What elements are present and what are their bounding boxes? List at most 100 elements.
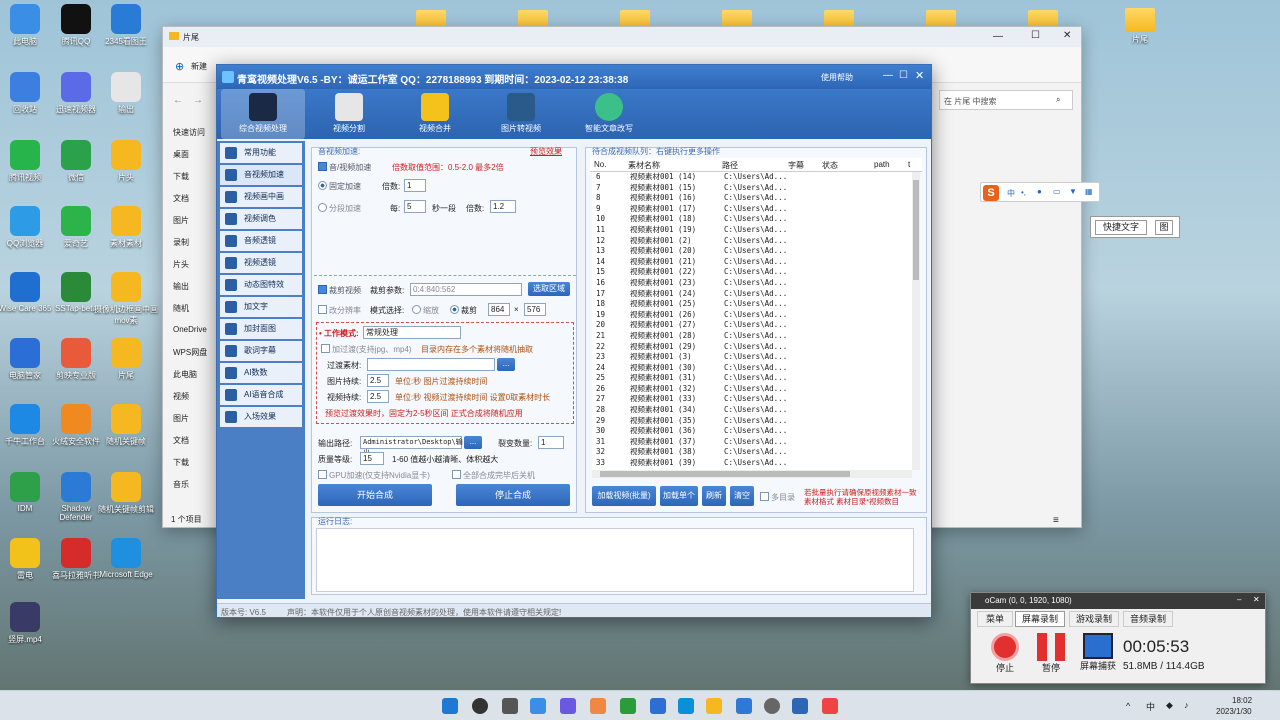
app-icon[interactable] xyxy=(764,698,780,714)
tab-merge[interactable]: 视频合并 xyxy=(393,89,477,139)
skin-icon[interactable]: ▼ xyxy=(1069,187,1077,196)
sidebar-item[interactable]: 音频透镜 xyxy=(220,231,302,251)
close-icon[interactable]: ✕ xyxy=(1063,30,1071,41)
sidebar-item[interactable]: AI语音合成 xyxy=(220,385,302,405)
explorer-nav-item[interactable]: 图片 xyxy=(173,413,189,424)
maximize-icon[interactable]: ☐ xyxy=(899,70,908,81)
table-row[interactable]: 15 视频素材001 (22) C:\Users\Ad... xyxy=(592,267,912,278)
image-button[interactable]: 图 xyxy=(1155,220,1173,235)
explorer-nav-item[interactable]: 下载 xyxy=(173,171,189,182)
tab-screen-record[interactable]: 屏幕录制 xyxy=(1015,611,1065,627)
select-region-button[interactable]: 选取区域 xyxy=(528,282,570,296)
mult2-input[interactable]: 1.2 xyxy=(490,200,516,213)
table-row[interactable]: 11 视频素材001 (19) C:\Users\Ad... xyxy=(592,225,912,236)
queue-scrollbar[interactable] xyxy=(912,172,920,470)
col-path2[interactable]: path xyxy=(874,160,890,169)
tab-comprehensive[interactable]: 综合视频处理 xyxy=(221,89,305,139)
explorer-nav-item[interactable]: 文档 xyxy=(173,435,189,446)
browse-output-button[interactable]: ... xyxy=(464,436,482,449)
split-count-input[interactable]: 1 xyxy=(538,436,564,449)
col-status[interactable]: 状态 xyxy=(822,160,838,171)
tab-game-record[interactable]: 游戏录制 xyxy=(1069,611,1119,627)
preview-effect-link[interactable]: 预览效果 xyxy=(530,146,562,157)
resolution-checkbox[interactable]: 改分辨率 xyxy=(318,305,361,316)
shutdown-checkbox[interactable]: 全部合成完毕后关机 xyxy=(452,470,535,481)
table-row[interactable]: 10 视频素材001 (18) C:\Users\Ad... xyxy=(592,214,912,225)
tab-menu[interactable]: 菜单 xyxy=(977,611,1013,627)
sidebar-item[interactable]: 常用功能 xyxy=(220,143,302,163)
quick-text-button[interactable]: 快捷文字 xyxy=(1095,220,1147,235)
app-icon[interactable] xyxy=(736,698,752,714)
explorer-nav-item[interactable]: 录制 xyxy=(173,237,189,248)
sidebar-item[interactable]: 加封面图 xyxy=(220,319,302,339)
new-button[interactable]: 新建 xyxy=(191,61,207,72)
pause-button[interactable]: 暂停 xyxy=(1033,633,1069,674)
ime-toolbar[interactable]: S 中 •, ● ▭ ▼ ▦ xyxy=(980,182,1100,202)
list-view-icon[interactable]: ≡ xyxy=(1053,515,1059,526)
queue-hscrollbar[interactable] xyxy=(592,470,912,478)
wechat-icon[interactable] xyxy=(620,698,636,714)
table-row[interactable]: 9 视频素材001 (17) C:\Users\Ad... xyxy=(592,204,912,215)
table-row[interactable]: 8 视频素材001 (16) C:\Users\Ad... xyxy=(592,193,912,204)
windows-start-icon[interactable] xyxy=(442,698,458,714)
speed-enable-checkbox[interactable]: 音/视频加速 xyxy=(318,162,371,173)
ime-punct[interactable]: •, xyxy=(1021,188,1026,197)
maximize-icon[interactable]: ☐ xyxy=(1031,30,1040,41)
minimize-icon[interactable]: — xyxy=(993,31,1003,42)
scroll-thumb[interactable] xyxy=(913,180,919,280)
col-subtitle[interactable]: 字幕 xyxy=(788,160,804,171)
explorer-nav-item[interactable]: 图片 xyxy=(173,215,189,226)
keyboard-icon[interactable]: ▭ xyxy=(1053,187,1061,196)
multi-dir-checkbox[interactable]: 多目录 xyxy=(760,492,795,503)
table-row[interactable]: 13 视频素材001 (20) C:\Users\Ad... xyxy=(592,246,912,257)
filter-checkbox[interactable]: 加过渡(支持jpg、mp4) xyxy=(321,344,412,355)
forward-arrow-icon[interactable]: → xyxy=(193,95,203,106)
crop-params-input[interactable]: 0:4:840:562 xyxy=(410,283,522,296)
qingluan-app-window[interactable]: 青鸾视频处理V6.5 -BY：诚运工作室 QQ：2278188993 到期时间：… xyxy=(216,64,1059,618)
material-input[interactable] xyxy=(367,358,495,371)
desktop-icon[interactable]: 片尾 xyxy=(94,338,158,381)
start-button[interactable]: 开始合成 xyxy=(318,484,432,506)
table-row[interactable]: 18 视频素材001 (25) C:\Users\Ad... xyxy=(592,299,912,310)
explorer-nav-item[interactable]: 文档 xyxy=(173,193,189,204)
widgets-icon[interactable] xyxy=(530,698,546,714)
sidebar-item[interactable]: 视频透镜 xyxy=(220,253,302,273)
height-input[interactable]: 576 xyxy=(524,303,546,316)
table-row[interactable]: 7 视频素材001 (15) C:\Users\Ad... xyxy=(592,183,912,194)
help-link[interactable]: 使用帮助 xyxy=(821,72,853,83)
every-input[interactable]: 5 xyxy=(404,200,426,213)
explorer-nav-item[interactable]: 视频 xyxy=(173,391,189,402)
tray-chevron-icon[interactable]: ^ xyxy=(1126,701,1130,711)
quality-input[interactable]: 15 xyxy=(360,452,384,465)
desktop-icon[interactable]: 素材素材 xyxy=(94,206,158,249)
browser-icon[interactable] xyxy=(590,698,606,714)
desktop-icon[interactable]: 片头 xyxy=(94,140,158,183)
col-name[interactable]: 素材名称 xyxy=(628,160,660,171)
explorer-nav-item[interactable]: 输出 xyxy=(173,281,189,292)
minimize-icon[interactable]: — xyxy=(883,70,893,81)
table-row[interactable]: 24 视频素材001 (30) C:\Users\Ad... xyxy=(592,363,912,374)
tab-article-rewrite[interactable]: 智能文章改写 xyxy=(567,89,651,139)
width-input[interactable]: 864 xyxy=(488,303,510,316)
ime-tray-icon[interactable]: 中 xyxy=(1146,700,1155,713)
app-icon[interactable] xyxy=(678,698,694,714)
table-row[interactable]: 30 视频素材001 (36) C:\Users\Ad... xyxy=(592,426,912,437)
sidebar-item[interactable]: 入场效果 xyxy=(220,407,302,427)
table-row[interactable]: 22 视频素材001 (29) C:\Users\Ad... xyxy=(592,342,912,353)
table-row[interactable]: 12 视频素材001 (2) C:\Users\Ad... xyxy=(592,236,912,247)
volume-icon[interactable]: ♪ xyxy=(1184,700,1189,710)
tab-split[interactable]: 视频分割 xyxy=(307,89,391,139)
explorer-search-input[interactable]: 在 片尾 中搜索 ⌕ xyxy=(939,90,1073,110)
table-row[interactable]: 21 视频素材001 (28) C:\Users\Ad... xyxy=(592,331,912,342)
desktop-icon[interactable]: 输出 xyxy=(94,72,158,115)
table-row[interactable]: 6 视频素材001 (14) C:\Users\Ad... xyxy=(592,172,912,183)
explorer-icon[interactable] xyxy=(706,698,722,714)
explorer-nav-item[interactable]: 下载 xyxy=(173,457,189,468)
table-row[interactable]: 25 视频素材001 (31) C:\Users\Ad... xyxy=(592,373,912,384)
col-no[interactable]: No. xyxy=(594,160,606,169)
explorer-nav-item[interactable]: 快速访问 xyxy=(173,127,205,138)
explorer-nav-item[interactable]: OneDrive xyxy=(173,325,207,334)
explorer-nav-item[interactable]: 桌面 xyxy=(173,149,189,160)
browse-button[interactable]: ... xyxy=(497,358,515,371)
network-icon[interactable]: ◆ xyxy=(1166,700,1173,711)
